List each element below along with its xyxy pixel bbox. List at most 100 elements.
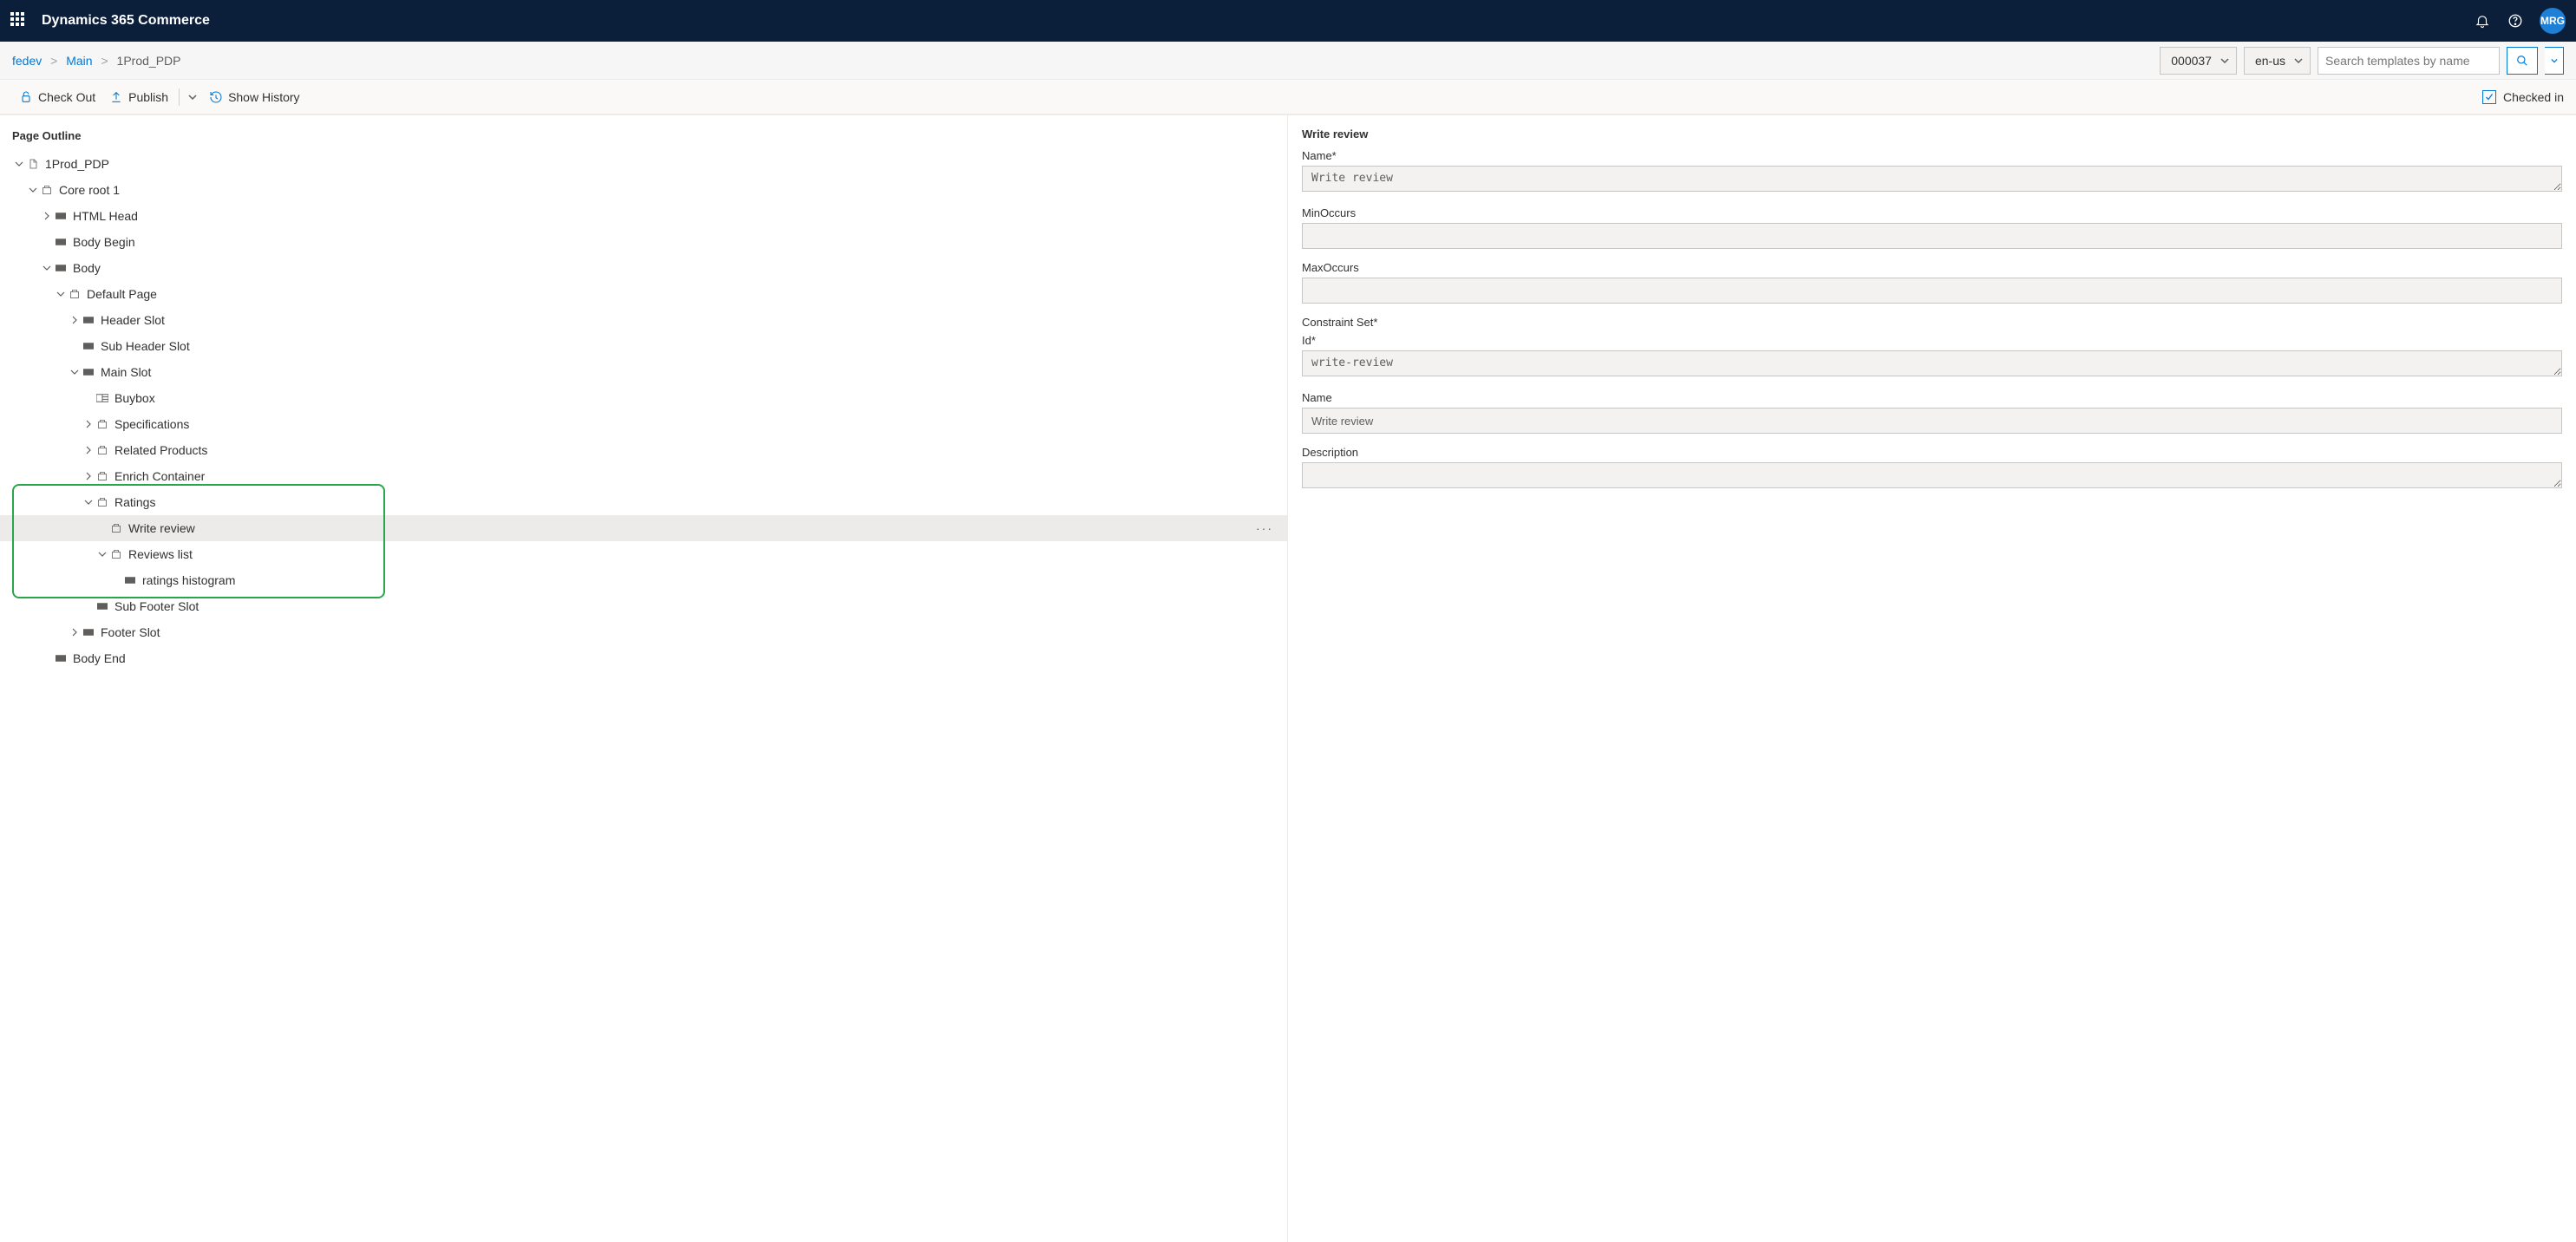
more-actions-icon[interactable]: ··· <box>1256 521 1278 535</box>
publish-button[interactable]: Publish <box>102 87 175 108</box>
app-title: Dynamics 365 Commerce <box>42 13 2474 29</box>
page-outline-pane: Page Outline 1Prod_PDP Core root 1 HTML … <box>0 115 1288 1242</box>
container-icon <box>109 523 123 533</box>
tree-node-body-begin[interactable]: Body Begin <box>0 229 1287 255</box>
description-input[interactable] <box>1302 462 2562 488</box>
command-bar: Check Out Publish Show History Checked i… <box>0 80 2576 114</box>
history-button[interactable]: Show History <box>202 87 306 108</box>
id-input[interactable]: write-review <box>1302 350 2562 376</box>
tree-node-ratings[interactable]: Ratings <box>0 489 1287 515</box>
search-input[interactable] <box>2318 47 2500 75</box>
name-label: Name* <box>1302 149 2562 162</box>
user-avatar[interactable]: MRG <box>2540 8 2566 34</box>
container-icon <box>109 549 123 559</box>
notifications-icon[interactable] <box>2474 12 2491 29</box>
channel-dropdown[interactable]: 000037 <box>2160 47 2237 75</box>
chevron-down-icon <box>2220 56 2229 65</box>
tree-node-reviews-list[interactable]: Reviews list <box>0 541 1287 567</box>
minoccurs-label: MinOccurs <box>1302 206 2562 219</box>
help-icon[interactable] <box>2507 12 2524 29</box>
container-icon <box>40 185 54 195</box>
module-icon <box>54 264 68 272</box>
locale-dropdown[interactable]: en-us <box>2244 47 2311 75</box>
page-icon <box>26 158 40 170</box>
module-icon <box>95 602 109 611</box>
chevron-right-icon[interactable] <box>40 212 54 220</box>
search-button[interactable] <box>2507 47 2538 75</box>
top-nav: Dynamics 365 Commerce MRG <box>0 0 2576 42</box>
chevron-right-icon[interactable] <box>68 628 82 637</box>
panel-title: Write review <box>1302 127 2562 141</box>
minoccurs-input[interactable] <box>1302 223 2562 249</box>
module-icon <box>123 576 137 585</box>
tree-node-ratings-histogram[interactable]: ratings histogram <box>0 567 1287 593</box>
tree-node-buybox[interactable]: Buybox <box>0 385 1287 411</box>
chevron-down-icon[interactable] <box>40 264 54 272</box>
checkout-button[interactable]: Check Out <box>12 87 102 108</box>
tree-node-enrich-container[interactable]: Enrich Container <box>0 463 1287 489</box>
status-label: Checked in <box>2503 90 2564 104</box>
breadcrumb: fedev > Main > 1Prod_PDP <box>12 54 2160 68</box>
constraint-set-label: Constraint Set* <box>1302 316 2562 329</box>
properties-pane: Write review Name* Write review MinOccur… <box>1288 115 2576 1242</box>
maxoccurs-input[interactable] <box>1302 278 2562 304</box>
chevron-down-icon[interactable] <box>54 290 68 298</box>
chevron-down-icon[interactable] <box>68 368 82 376</box>
breadcrumb-row: fedev > Main > 1Prod_PDP 000037 en-us <box>0 42 2576 80</box>
tree-node-header-slot[interactable]: Header Slot <box>0 307 1287 333</box>
container-icon <box>95 471 109 481</box>
separator <box>179 88 180 106</box>
chevron-down-icon[interactable] <box>12 160 26 168</box>
module-icon <box>54 212 68 220</box>
checked-in-icon <box>2482 90 2496 104</box>
tree-node-sub-header-slot[interactable]: Sub Header Slot <box>0 333 1287 359</box>
tree-node-footer-slot[interactable]: Footer Slot <box>0 619 1287 645</box>
breadcrumb-separator: > <box>101 54 108 68</box>
tree-node-sub-footer-slot[interactable]: Sub Footer Slot <box>0 593 1287 619</box>
module-icon <box>82 628 95 637</box>
cs-name-input[interactable] <box>1302 408 2562 434</box>
container-icon <box>68 289 82 299</box>
tree-node-write-review[interactable]: Write review ··· <box>0 515 1287 541</box>
breadcrumb-link[interactable]: Main <box>66 54 92 68</box>
tree-node-related-products[interactable]: Related Products <box>0 437 1287 463</box>
chevron-right-icon[interactable] <box>82 472 95 480</box>
id-label: Id* <box>1302 334 2562 347</box>
chevron-down-icon[interactable] <box>82 498 95 507</box>
module-icon <box>82 368 95 376</box>
tree-node-specifications[interactable]: Specifications <box>0 411 1287 437</box>
tree-node-default-page[interactable]: Default Page <box>0 281 1287 307</box>
description-label: Description <box>1302 446 2562 459</box>
module-icon <box>82 316 95 324</box>
chevron-right-icon[interactable] <box>68 316 82 324</box>
more-commands-button[interactable] <box>183 89 202 105</box>
module-icon <box>54 238 68 246</box>
search-split-button[interactable] <box>2545 47 2564 75</box>
tree-node-root[interactable]: 1Prod_PDP <box>0 151 1287 177</box>
tree-node-html-head[interactable]: HTML Head <box>0 203 1287 229</box>
chevron-right-icon[interactable] <box>82 446 95 454</box>
tree-node-body-end[interactable]: Body End <box>0 645 1287 671</box>
name-input[interactable]: Write review <box>1302 166 2562 192</box>
main-split: Page Outline 1Prod_PDP Core root 1 HTML … <box>0 114 2576 1242</box>
container-icon <box>95 497 109 507</box>
breadcrumb-link[interactable]: fedev <box>12 54 42 68</box>
chevron-down-icon <box>2294 56 2303 65</box>
tree-node-body[interactable]: Body <box>0 255 1287 281</box>
chevron-right-icon[interactable] <box>82 420 95 428</box>
chevron-down-icon[interactable] <box>26 186 40 194</box>
module-icon <box>82 342 95 350</box>
buybox-icon <box>95 394 109 402</box>
container-icon <box>95 419 109 429</box>
breadcrumb-separator: > <box>50 54 57 68</box>
outline-title: Page Outline <box>0 126 1287 151</box>
container-icon <box>95 445 109 455</box>
tree-node-main-slot[interactable]: Main Slot <box>0 359 1287 385</box>
module-icon <box>54 654 68 663</box>
chevron-down-icon[interactable] <box>95 550 109 559</box>
maxoccurs-label: MaxOccurs <box>1302 261 2562 274</box>
app-launcher-icon[interactable] <box>10 12 28 29</box>
cs-name-label: Name <box>1302 391 2562 404</box>
breadcrumb-current: 1Prod_PDP <box>117 54 181 68</box>
tree-node-core-root[interactable]: Core root 1 <box>0 177 1287 203</box>
